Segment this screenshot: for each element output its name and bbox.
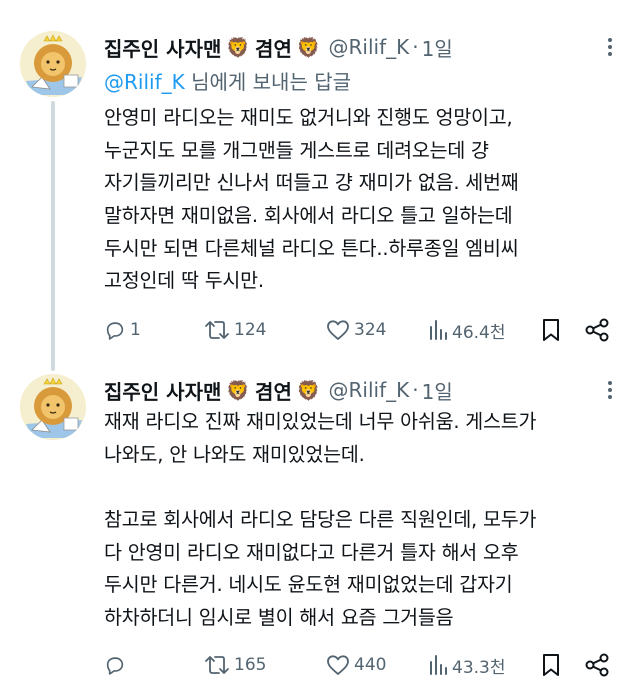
- action-bar: 1 124 324 46.4천: [104, 315, 620, 345]
- reply-context: @Rilif_K 님에게 보내는 답글: [104, 66, 351, 95]
- thread-connector: [51, 101, 55, 371]
- retweet-button[interactable]: 165: [204, 650, 266, 680]
- lion-emoji: 🦁: [296, 36, 321, 59]
- author-name[interactable]: 집주인 사자맨: [104, 376, 221, 405]
- more-icon[interactable]: [600, 33, 620, 61]
- avatar[interactable]: [20, 31, 86, 97]
- timestamp[interactable]: 1일: [422, 33, 453, 62]
- lion-emoji: 🦁: [226, 36, 251, 59]
- tweet-text-line: 자기들끼리만 신나서 떠들고 걍 재미가 없음. 세번째: [104, 171, 519, 195]
- tweet-header: 집주인 사자맨 🦁 겸연 🦁 @Rilif_K · 1일: [104, 373, 453, 407]
- share-button[interactable]: [584, 315, 610, 345]
- tweet-text-line: 하차하더니 임시로 별이 해서 요즘 그거들음: [104, 606, 454, 630]
- author-name-suffix[interactable]: 겸연: [255, 33, 292, 62]
- views-button[interactable]: 43.3천: [428, 650, 506, 680]
- tweet-text-line: 다 안영미 라디오 재미없다고 다른거 틀자 해서 오후: [104, 540, 519, 564]
- lion-emoji: 🦁: [226, 379, 251, 402]
- more-icon[interactable]: [600, 376, 620, 404]
- reply-count: 1: [130, 320, 141, 340]
- avatar[interactable]: [20, 374, 86, 440]
- tweet-text-line: 참고로 회사에서 라디오 담당은 다른 직원인데, 모두가: [104, 508, 537, 532]
- tweet-text-line: 누군지도 모를 개그맨들 게스트로 데려오는데 걍: [104, 138, 489, 162]
- bookmark-icon: [543, 654, 559, 676]
- author-handle[interactable]: @Rilif_K: [329, 35, 410, 59]
- retweet-count: 124: [234, 320, 267, 340]
- like-count: 324: [354, 320, 387, 340]
- like-count: 440: [354, 655, 387, 675]
- retweet-icon: [205, 656, 229, 674]
- view-count: 46.4천: [452, 322, 506, 343]
- views-icon: [430, 320, 447, 340]
- tweet-text-line: 안영미 라디오는 재미도 없거니와 진행도 엉망이고,: [104, 106, 513, 129]
- views-button[interactable]: 46.4천: [428, 315, 506, 345]
- bookmark-button[interactable]: [540, 650, 562, 680]
- author-name[interactable]: 집주인 사자맨: [104, 33, 221, 62]
- timeline: 집주인 사자맨 🦁 겸연 🦁 @Rilif_K · 1일 @Rilif_K 님에…: [0, 0, 640, 693]
- tweet[interactable]: 집주인 사자맨 🦁 겸연 🦁 @Rilif_K · 1일 재재 라디오 진짜 재…: [0, 362, 640, 693]
- tweet-text-line: 고정인데 딱 두시만.: [104, 269, 264, 293]
- lion-emoji: 🦁: [296, 379, 321, 402]
- bookmark-icon: [543, 319, 559, 341]
- share-icon: [585, 318, 609, 342]
- view-count: 43.3천: [452, 657, 506, 678]
- like-button[interactable]: 440: [326, 650, 386, 680]
- tweet-text: 안영미 라디오는 재미도 없거니와 진행도 엉망이고, 누군지도 모를 개그맨들…: [104, 102, 624, 298]
- like-icon: [327, 320, 349, 340]
- action-bar: 165 440 43.3천: [104, 650, 620, 680]
- author-handle[interactable]: @Rilif_K: [329, 378, 410, 402]
- reply-button[interactable]: [104, 650, 130, 680]
- tweet-text: 재재 라디오 진짜 재미있었는데 너무 아쉬움. 게스트가 나와도, 안 나와도…: [104, 406, 624, 635]
- tweet-header: 집주인 사자맨 🦁 겸연 🦁 @Rilif_K · 1일: [104, 30, 453, 64]
- reply-context-text: 님에게 보내는 답글: [184, 70, 352, 94]
- tweet-text-line: 재재 라디오 진짜 재미있었는데 너무 아쉬움. 게스트가: [104, 410, 537, 433]
- tweet[interactable]: 집주인 사자맨 🦁 겸연 🦁 @Rilif_K · 1일 @Rilif_K 님에…: [0, 0, 640, 371]
- tweet-text-line: 나와도, 안 나와도 재미있었는데.: [104, 442, 365, 466]
- views-icon: [430, 655, 447, 675]
- like-button[interactable]: 324: [326, 315, 386, 345]
- retweet-button[interactable]: 124: [204, 315, 266, 345]
- author-name-suffix[interactable]: 겸연: [255, 376, 292, 405]
- tweet-text-line: 두시만 되면 다른체널 라디오 튼다..하루종일 엠비씨: [104, 236, 519, 260]
- retweet-count: 165: [234, 655, 267, 675]
- retweet-icon: [205, 321, 229, 339]
- separator-dot: ·: [412, 35, 419, 59]
- mention-link[interactable]: @Rilif_K: [104, 70, 185, 94]
- share-icon: [585, 653, 609, 677]
- separator-dot: ·: [412, 378, 419, 402]
- like-icon: [327, 655, 349, 675]
- reply-icon: [106, 322, 124, 340]
- tweet-text-line: 두시만 다른거. 네시도 윤도현 재미없었는데 갑자기: [104, 573, 513, 597]
- share-button[interactable]: [584, 650, 610, 680]
- timestamp[interactable]: 1일: [422, 376, 453, 405]
- tweet-text-line: 말하자면 재미없음. 회사에서 라디오 틀고 일하는데: [104, 204, 513, 228]
- reply-button[interactable]: 1: [104, 315, 141, 345]
- bookmark-button[interactable]: [540, 315, 562, 345]
- reply-icon: [106, 657, 124, 675]
